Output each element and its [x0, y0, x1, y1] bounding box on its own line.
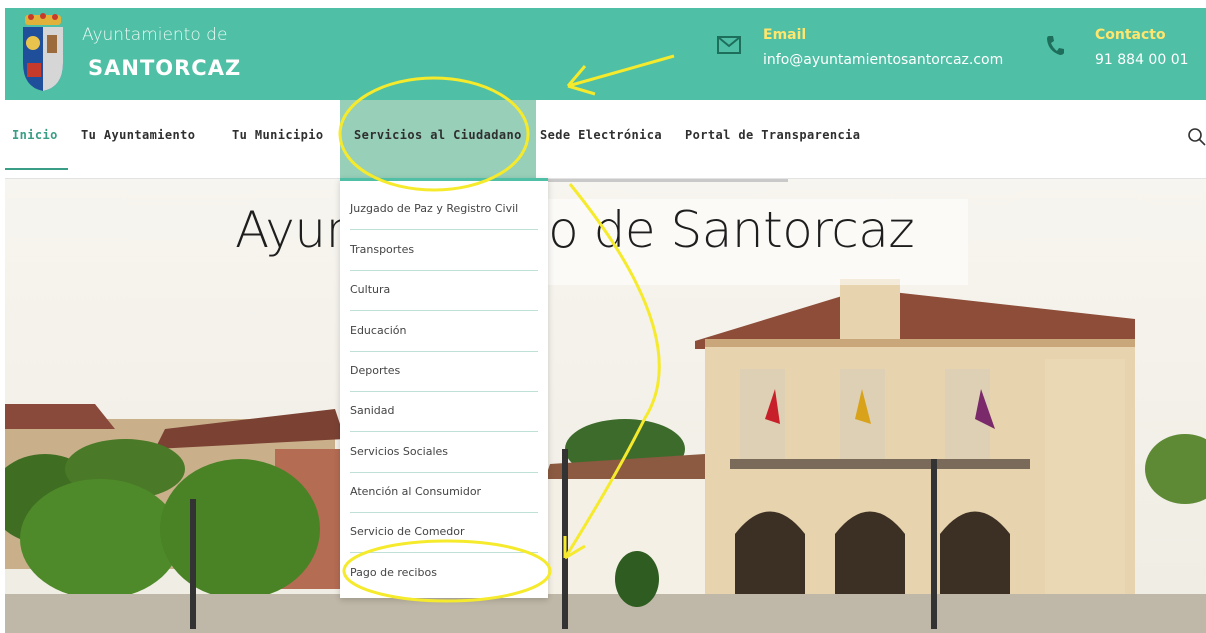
nav-item-sede-electronica[interactable]: Sede Electrónica	[540, 100, 662, 178]
servicios-dropdown-menu: Juzgado de Paz y Registro Civil Transpor…	[340, 178, 548, 598]
nav-item-servicios-al-ciudadano[interactable]: Servicios al Ciudadano	[340, 100, 536, 178]
dropdown-item-pago-de-recibos[interactable]: Pago de recibos	[350, 553, 538, 593]
dropdown-item-juzgado[interactable]: Juzgado de Paz y Registro Civil	[350, 189, 538, 230]
dropdown-item-cultura[interactable]: Cultura	[350, 270, 538, 311]
hero-banner: Ayuntamiento de Santorcaz	[5, 179, 1206, 633]
email-title: Email	[763, 27, 807, 43]
site-header: Ayuntamiento de SANTORCAZ Email info@ayu…	[5, 8, 1206, 100]
brand-line1[interactable]: Ayuntamiento de	[82, 25, 227, 45]
dropdown-item-deportes[interactable]: Deportes	[350, 351, 538, 392]
search-icon[interactable]	[1188, 128, 1206, 146]
contact-title: Contacto	[1095, 27, 1166, 43]
dropdown-item-servicios-sociales[interactable]: Servicios Sociales	[350, 432, 538, 473]
phone-icon	[1047, 36, 1064, 55]
nav-item-inicio[interactable]: Inicio	[5, 100, 68, 178]
dropdown-item-transportes[interactable]: Transportes	[350, 230, 538, 271]
nav-item-tu-ayuntamiento[interactable]: Tu Ayuntamiento	[81, 100, 195, 178]
email-value[interactable]: info@ayuntamientosantorcaz.com	[763, 52, 1003, 68]
brand-line2[interactable]: SANTORCAZ	[88, 56, 241, 80]
nav-item-tu-municipio[interactable]: Tu Municipio	[232, 100, 324, 178]
dropdown-item-servicio-comedor[interactable]: Servicio de Comedor	[350, 512, 538, 553]
contact-value[interactable]: 91 884 00 01	[1095, 52, 1189, 68]
dropdown-item-atencion-consumidor[interactable]: Atención al Consumidor	[350, 472, 538, 513]
hero-title: Ayuntamiento de Santorcaz	[235, 201, 915, 259]
coat-of-arms-logo[interactable]	[19, 13, 67, 93]
nav-item-portal-de-transparencia[interactable]: Portal de Transparencia	[685, 100, 860, 178]
dropdown-item-educacion[interactable]: Educación	[350, 311, 538, 352]
main-navigation: Inicio Tu Ayuntamiento Tu Municipio Serv…	[5, 100, 1206, 179]
page: Ayuntamiento de SANTORCAZ Email info@ayu…	[5, 8, 1206, 633]
dropdown-item-sanidad[interactable]: Sanidad	[350, 391, 538, 432]
envelope-icon	[717, 36, 741, 54]
